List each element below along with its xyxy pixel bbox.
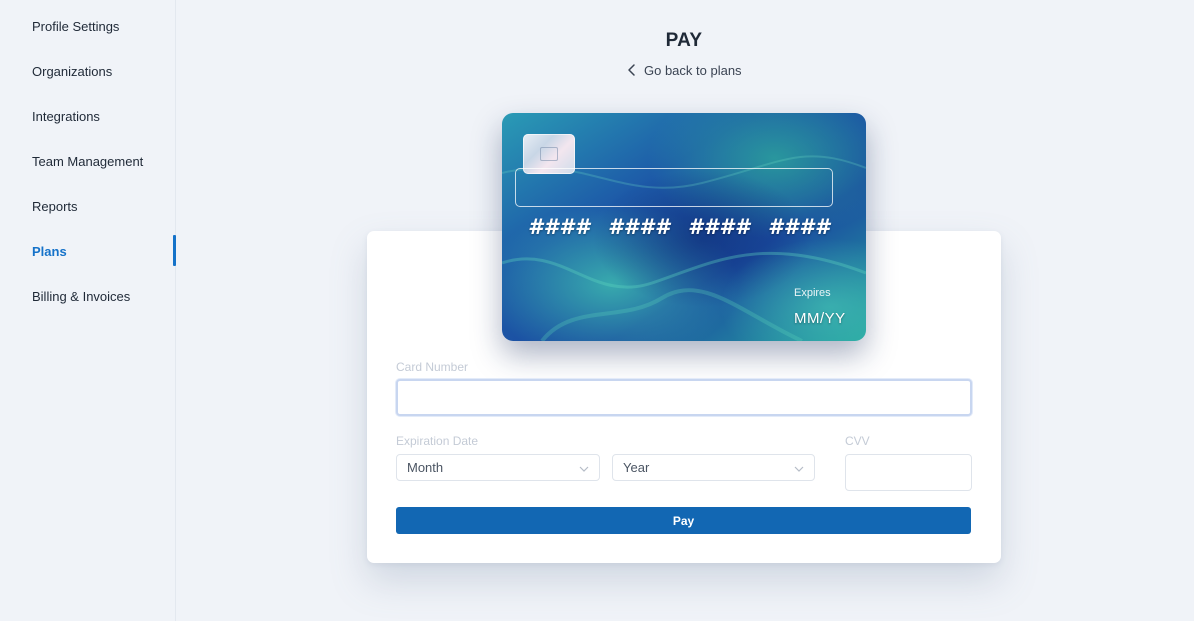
year-select[interactable]: Year	[612, 454, 815, 481]
sidebar-item-organizations[interactable]: Organizations	[32, 61, 112, 83]
card-expires-value: MM/YY	[794, 310, 846, 327]
chevron-left-icon	[628, 64, 635, 76]
sidebar-item-billing-invoices[interactable]: Billing & Invoices	[32, 286, 130, 308]
sidebar-item-team-management[interactable]: Team Management	[32, 151, 143, 173]
expiration-date-label: Expiration Date	[396, 434, 479, 448]
sidebar-item-plans[interactable]: Plans	[32, 241, 67, 263]
cvv-input[interactable]	[845, 454, 972, 491]
chip-contact	[540, 147, 558, 161]
month-select[interactable]: Month	[396, 454, 600, 481]
card-expires-label: Expires	[794, 287, 831, 299]
card-number-group: ####	[608, 215, 671, 239]
pay-button[interactable]: Pay	[396, 507, 971, 534]
year-select-value: Year	[623, 460, 650, 475]
chevron-down-icon	[794, 466, 804, 472]
page-title: PAY	[665, 30, 703, 51]
sidebar-item-integrations[interactable]: Integrations	[32, 106, 100, 128]
cvv-label: CVV	[845, 434, 870, 448]
app: Profile Settings Organizations Integrati…	[0, 0, 1194, 621]
active-indicator	[173, 235, 176, 266]
chevron-down-icon	[579, 466, 589, 472]
sidebar-item-profile-settings[interactable]: Profile Settings	[32, 16, 119, 38]
month-select-value: Month	[407, 460, 444, 475]
sidebar: Profile Settings Organizations Integrati…	[0, 0, 176, 621]
card-number-input[interactable]	[396, 379, 972, 416]
sidebar-item-reports[interactable]: Reports	[32, 196, 78, 218]
credit-card-preview: #### #### #### #### Expires MM/YY	[502, 113, 866, 341]
back-to-plans-link[interactable]: Go back to plans	[626, 61, 742, 79]
card-holder-box	[515, 168, 833, 207]
card-number-label: Card Number	[396, 360, 469, 374]
card-number-display: #### #### #### ####	[528, 215, 848, 239]
back-link-label: Go back to plans	[644, 62, 742, 78]
card-number-group: ####	[528, 215, 591, 239]
card-number-group: ####	[688, 215, 751, 239]
card-number-group: ####	[768, 215, 831, 239]
